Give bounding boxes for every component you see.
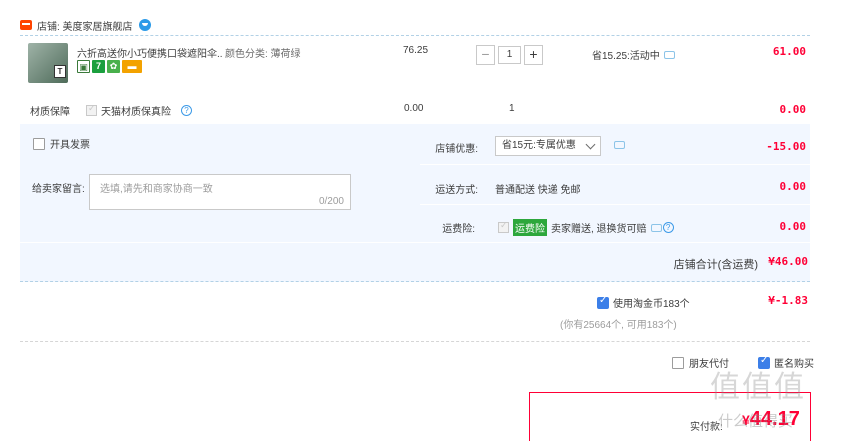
- insurance-checkbox[interactable]: [86, 104, 97, 116]
- tmall-coins-checkbox[interactable]: [597, 295, 609, 309]
- friend-pay-checkbox[interactable]: [672, 356, 684, 369]
- freight-insurance: 运费险 卖家赠送, 退换货可赔 ?: [498, 219, 674, 236]
- shop-total-label: 店铺合计(含运费): [673, 259, 758, 271]
- tmall-coins-value: ¥-1.83: [768, 294, 808, 307]
- qty-plus-button[interactable]: +: [524, 45, 543, 65]
- shop-icon: [20, 20, 32, 30]
- shop-header: 店铺: 美度家居旗舰店: [20, 17, 151, 33]
- tmall-coins-label: 使用淘金币183个: [613, 299, 690, 310]
- insurance-subtotal: 0.00: [779, 103, 807, 116]
- shipping-label: 运送方式:: [435, 185, 478, 196]
- shop-name[interactable]: 店铺: 美度家居旗舰店: [37, 18, 133, 33]
- help-icon[interactable]: ?: [662, 222, 674, 233]
- service-badges: ▣ 7 ✿ ▬: [77, 60, 142, 73]
- comment-icon[interactable]: [614, 141, 625, 149]
- shop-total-value: ¥46.00: [768, 255, 808, 268]
- unit-price: 76.25: [403, 45, 429, 56]
- tmall-coins-note: (你有25664个, 可用183个): [560, 320, 677, 331]
- insurance-price: 0.00: [404, 103, 424, 114]
- promotion-text: 省15.25:活动中: [592, 51, 660, 62]
- divider: [20, 242, 810, 243]
- freight-insurance-tag: 运费险: [513, 219, 547, 236]
- shop-coupon-select[interactable]: 省15元:专属优惠: [495, 136, 601, 156]
- shop-coupon-value: 省15元:专属优惠: [502, 140, 576, 151]
- message-label: 给卖家留言:: [32, 184, 85, 195]
- divider: [20, 341, 810, 342]
- guarantee-icon: ✿: [107, 60, 120, 73]
- shipping-method: 普通配送 快递 免邮: [495, 185, 581, 196]
- freight-insurance-label: 运费险:: [442, 224, 475, 235]
- promotion: 省15.25:活动中: [592, 47, 675, 62]
- product-title[interactable]: 六折高送你小巧便携口袋遮阳伞...: [77, 45, 222, 60]
- message-placeholder: 选填,请先和商家协商一致: [100, 184, 213, 195]
- insurance-label: 材质保障: [30, 107, 70, 118]
- shipping-amount: 0.00: [779, 180, 807, 193]
- product-badge: T: [54, 65, 66, 78]
- freight-insurance-checkbox[interactable]: [498, 221, 509, 233]
- shop-coupon-label: 店铺优惠:: [435, 144, 478, 155]
- insurance-qty: 1: [509, 103, 515, 114]
- message-char-count: 0/200: [318, 196, 344, 207]
- chevron-down-icon: [585, 139, 596, 150]
- wangwang-chat-icon[interactable]: [138, 19, 151, 31]
- shop-coupon-amount: -15.00: [766, 140, 806, 153]
- invoice-option[interactable]: 开具发票: [33, 136, 90, 151]
- quantity-stepper: − 1 +: [476, 45, 543, 65]
- insurance-row: 材质保障 天猫材质保真险 ?: [30, 103, 192, 118]
- freight-insurance-amount: 0.00: [779, 220, 807, 233]
- help-icon[interactable]: ?: [181, 105, 192, 116]
- tmall-coins-option[interactable]: 使用淘金币183个: [597, 295, 690, 310]
- qty-input[interactable]: 1: [498, 46, 521, 64]
- freight-insurance-desc: 卖家赠送, 退换货可赔: [551, 224, 647, 235]
- comment-icon[interactable]: [650, 223, 662, 232]
- invoice-checkbox[interactable]: [33, 137, 45, 150]
- watermark-site: 什么值得买: [718, 412, 794, 430]
- divider: [20, 35, 810, 36]
- watermark-logo: 值值值: [710, 370, 806, 405]
- comment-icon[interactable]: [663, 50, 675, 59]
- seven-day-return-icon: 7: [92, 60, 105, 73]
- credit-card-icon: ▬: [122, 60, 142, 73]
- item-subtotal: 61.00: [772, 45, 806, 58]
- invoice-label: 开具发票: [50, 140, 90, 151]
- qty-minus-button[interactable]: −: [476, 45, 495, 65]
- divider: [420, 204, 810, 205]
- product-thumbnail[interactable]: T: [28, 43, 68, 83]
- message-input[interactable]: 选填,请先和商家协商一致 0/200: [89, 174, 351, 210]
- product-sku: 颜色分类: 薄荷绿: [225, 49, 301, 60]
- insurance-option: 天猫材质保真险: [101, 107, 171, 118]
- divider: [420, 164, 810, 165]
- tmall-icon: ▣: [77, 60, 90, 73]
